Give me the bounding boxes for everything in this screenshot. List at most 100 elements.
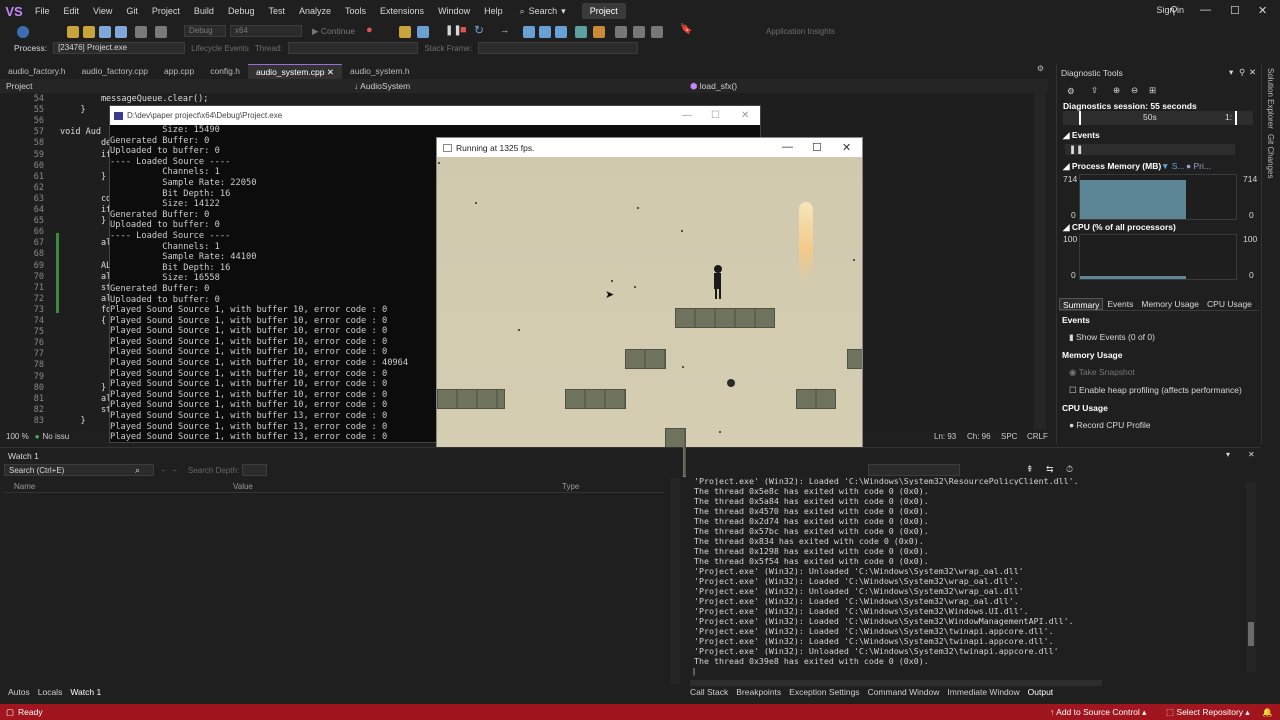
clear-all-icon[interactable]: ⇞ [1026,464,1034,475]
tab-audio-system-cpp[interactable]: audio_system.cpp ✕ [248,64,343,79]
reset-view-icon[interactable]: ⊞ [1149,85,1156,96]
pause-icon[interactable]: ❚❚ [1069,144,1083,155]
pin-panel-icon[interactable]: ⚲ [1239,67,1245,78]
application-insights-button[interactable]: Application Insights [766,27,835,36]
toggle-word-wrap-icon[interactable]: ⏱ [1066,464,1073,475]
settings-icon[interactable]: ⚙ [1031,64,1050,79]
configuration-dropdown[interactable]: Debug [184,25,226,37]
platform-dropdown[interactable]: x64 [230,25,302,37]
column-value[interactable]: Value [233,482,253,491]
stack-frame-dropdown[interactable] [478,42,639,54]
tab-app-cpp[interactable]: app.cpp [156,64,202,79]
member-dropdown[interactable]: ⬢ load_sfx() [684,81,1024,92]
open-folder-icon[interactable] [83,26,95,38]
new-project-icon[interactable] [67,26,79,38]
output-scrollbar[interactable] [1246,482,1256,672]
step-into-icon[interactable] [523,26,535,38]
output-source-dropdown[interactable] [868,464,960,476]
menu-window[interactable]: Window [431,0,477,22]
menu-tools[interactable]: Tools [338,0,373,22]
menu-test[interactable]: Test [261,0,292,22]
output-hscrollbar[interactable] [690,680,1102,686]
tab-audio-factory-h[interactable]: audio_factory.h [0,64,74,79]
step-over-icon[interactable] [539,26,551,38]
word-wrap-icon[interactable]: ⇆ [1046,464,1054,475]
cpu-header[interactable]: ◢ CPU (% of all processors) [1063,222,1176,233]
step-out-icon[interactable] [555,26,567,38]
tab-call-stack[interactable]: Call Stack [686,687,732,700]
breakpoint-icon[interactable] [615,26,627,38]
editor-scrollbar[interactable] [1034,93,1046,430]
select-repository-button[interactable]: ⬚ Select Repository ▴ [1166,707,1250,718]
tab-command-window[interactable]: Command Window [864,687,944,700]
heap-profiling-checkbox[interactable]: ☐ Enable heap profiling (affects perform… [1069,385,1242,396]
menu-extensions[interactable]: Extensions [373,0,431,22]
whitespace-mode[interactable]: SPC [1001,432,1017,441]
search-button[interactable]: ⌕ Search ▾ [514,6,572,17]
maximize-icon[interactable]: ☐ [1230,4,1240,17]
restart-icon[interactable]: ↻ [474,23,484,37]
menu-build[interactable]: Build [187,0,221,22]
take-snapshot-button[interactable]: ◉ Take Snapshot [1069,367,1135,378]
hex-icon[interactable] [575,26,587,38]
tab-locals[interactable]: Locals [34,687,67,700]
menu-help[interactable]: Help [477,0,510,22]
lifecycle-events-button[interactable]: Lifecycle Events [191,44,249,53]
save-all-icon[interactable] [115,26,127,38]
hot-reload-icon[interactable] [417,26,429,38]
panel-menu-icon[interactable]: ▾ [1229,67,1233,78]
solution-explorer-tab[interactable]: Solution Explorer [1266,68,1275,129]
redo-icon[interactable] [155,26,167,38]
menu-view[interactable]: View [86,0,119,22]
console-maximize-icon[interactable]: ☐ [711,110,720,121]
game-maximize-icon[interactable]: ☐ [812,141,822,154]
watch-scrollbar[interactable] [670,478,680,684]
add-to-source-control-button[interactable]: ↑ Add to Source Control ▴ [1050,707,1146,718]
console-close-icon[interactable]: ✕ [741,110,749,121]
menu-edit[interactable]: Edit [57,0,87,22]
zoom-out-icon[interactable]: ⊖ [1131,85,1138,96]
navigate-back-icon[interactable] [17,26,29,38]
comment-icon[interactable] [633,26,645,38]
show-next-statement-icon[interactable]: → [500,25,509,35]
record-cpu-profile-button[interactable]: ● Record CPU Profile [1069,420,1151,430]
tab-memory-usage[interactable]: Memory Usage [1137,298,1203,310]
game-window[interactable]: Running at 1325 fps. — ☐ ✕ ➤ [436,137,863,477]
tab-summary[interactable]: Summary [1059,298,1104,310]
pin-icon[interactable]: ⚲ [1170,4,1178,17]
memory-header[interactable]: ◢ Process Memory (MB) [1063,161,1161,172]
tab-watch-1[interactable]: Watch 1 [66,687,105,700]
undo-icon[interactable] [135,26,147,38]
menu-debug[interactable]: Debug [221,0,262,22]
tab-breakpoints[interactable]: Breakpoints [732,687,785,700]
console-minimize-icon[interactable]: — [682,110,692,121]
close-panel-icon[interactable]: ✕ [1249,67,1256,78]
tab-cpu-usage[interactable]: CPU Usage [1203,298,1256,310]
timeline-ruler[interactable]: 50s 1: [1063,111,1253,125]
class-dropdown[interactable]: ↓ AudioSystem [348,81,684,91]
tab-events[interactable]: Events [1103,298,1137,310]
menu-git[interactable]: Git [119,0,145,22]
column-name[interactable]: Name [14,482,35,491]
settings-icon[interactable]: ⚙ [1067,86,1075,97]
events-header[interactable]: ◢ Events [1063,130,1100,141]
zoom-level[interactable]: 100 % [0,432,35,441]
tab-audio-factory-cpp[interactable]: audio_factory.cpp [74,64,156,79]
show-events-link[interactable]: ▮ Show Events (0 of 0) [1069,332,1155,343]
fire-icon[interactable]: ● [366,24,373,36]
minimize-icon[interactable]: — [1200,4,1211,16]
game-canvas[interactable]: ➤ [437,157,862,476]
panel-menu-icon[interactable]: ▾ [1226,450,1230,459]
tab-audio-system-h[interactable]: audio_system.h [342,64,418,79]
issues-indicator[interactable]: No issu [40,432,73,441]
close-icon[interactable]: ✕ [1258,4,1267,17]
git-changes-tab[interactable]: Git Changes [1266,134,1275,178]
close-tab-icon[interactable]: ✕ [327,67,334,77]
cpu-chart[interactable] [1079,234,1237,280]
save-icon[interactable] [99,26,111,38]
export-icon[interactable]: ⇪ [1091,85,1098,96]
tab-exception-settings[interactable]: Exception Settings [785,687,863,700]
tab-immediate-window[interactable]: Immediate Window [943,687,1023,700]
zoom-in-icon[interactable]: ⊕ [1113,85,1120,96]
column-type[interactable]: Type [562,482,579,491]
